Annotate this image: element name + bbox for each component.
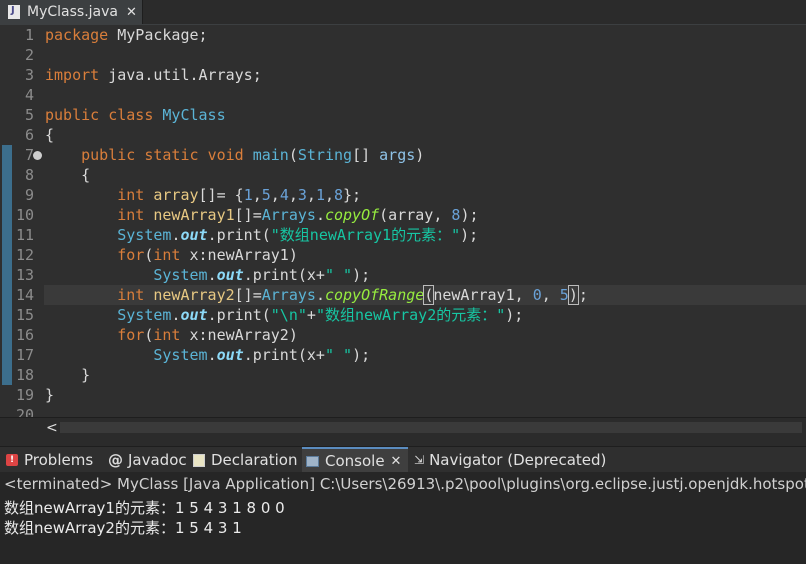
code-line: { [81,166,91,184]
code-line: System.out.print(x+" "); [153,346,371,364]
line-number: 5 [24,106,34,124]
console-icon [306,455,319,467]
line-number: 10 [15,206,34,224]
line-number: 16 [15,326,34,344]
line-number: 15 [15,306,34,324]
line-number: 14 [15,286,34,304]
line-number: 7 [24,146,34,164]
code-editor[interactable]: 1 2 3 4 5 6 7 8 9 10 11 12 13 14 15 16 1… [0,25,806,417]
line-number: 9 [24,186,34,204]
tab-label: Problems [24,451,94,469]
tab-label: Javadoc [128,451,187,469]
java-file-icon [8,5,20,19]
code-line: int newArray1[]=Arrays.copyOf(array, 8); [117,206,479,224]
problems-icon: ! [6,454,18,466]
console-line: 数组newArray1的元素：1 5 4 3 1 8 0 0 [4,499,285,517]
scrollbar-track[interactable] [60,422,802,433]
navigator-icon: ⇲ [414,453,425,467]
line-number: 19 [15,386,34,404]
code-area[interactable]: package MyPackage; import java.util.Arra… [45,25,806,417]
tab-navigator[interactable]: ⇲ Navigator (Deprecated) [414,447,606,473]
code-line: import java.util.Arrays; [45,66,262,84]
code-line: } [81,366,91,384]
line-number: 1 [24,26,34,44]
line-number: 13 [15,266,34,284]
tab-label: Navigator (Deprecated) [429,451,607,469]
code-line: for(int x:newArray1) [117,246,298,264]
tab-declaration[interactable]: Declaration [193,447,297,473]
tab-javadoc[interactable]: @ Javadoc [108,447,187,473]
code-line: System.out.print(x+" "); [153,266,371,284]
line-number: 3 [24,66,34,84]
console-line: 数组newArray2的元素：1 5 4 3 1 [4,519,242,537]
editor-tab-bar: MyClass.java ✕ [0,0,806,25]
line-number: 12 [15,246,34,264]
code-line: System.out.print("\n"+"数组newArray2的元素：")… [117,306,524,324]
tab-console[interactable]: Console ✕ [302,447,408,473]
line-number: 6 [24,126,34,144]
close-icon[interactable]: ✕ [391,454,402,469]
code-line-current: int newArray2[]=Arrays.copyOfRange(newAr… [117,285,588,305]
code-line: int array[]= {1,5,4,3,1,8}; [117,186,362,204]
line-number: 11 [15,226,34,244]
code-line: System.out.print("数组newArray1的元素："); [117,226,479,244]
horizontal-scrollbar[interactable]: < [0,417,806,438]
code-line: public static void main(String[] args) [81,146,425,164]
matching-bracket: ( [423,285,435,305]
line-number: 8 [24,166,34,184]
editor-tab-label: MyClass.java [27,4,118,20]
code-line: package MyPackage; [45,26,208,44]
editor-tab-myclass[interactable]: MyClass.java ✕ [0,0,143,24]
matching-bracket: ) [567,285,579,305]
line-number: 17 [15,346,34,364]
fold-collapse-icon[interactable] [33,151,42,160]
declaration-icon [193,453,205,467]
code-line: for(int x:newArray2) [117,326,298,344]
line-number: 2 [24,46,34,64]
code-line: } [45,386,55,404]
close-icon[interactable]: ✕ [126,5,137,20]
bottom-panel-tabs: ! Problems @ Javadoc Declaration Console… [0,446,806,473]
tab-label: Console [325,452,385,470]
line-number: 20 [15,406,34,417]
code-line: public class MyClass [45,106,226,124]
line-number: 18 [15,366,34,384]
line-number: 4 [24,86,34,104]
code-line: { [45,126,55,144]
scroll-left-arrow-icon[interactable]: < [46,420,58,436]
console-output[interactable]: <terminated> MyClass [Java Application] … [0,472,806,564]
javadoc-icon: @ [108,451,123,469]
tab-label: Declaration [211,451,298,469]
tab-problems[interactable]: ! Problems [6,447,93,473]
console-status-header: <terminated> MyClass [Java Application] … [4,475,806,493]
